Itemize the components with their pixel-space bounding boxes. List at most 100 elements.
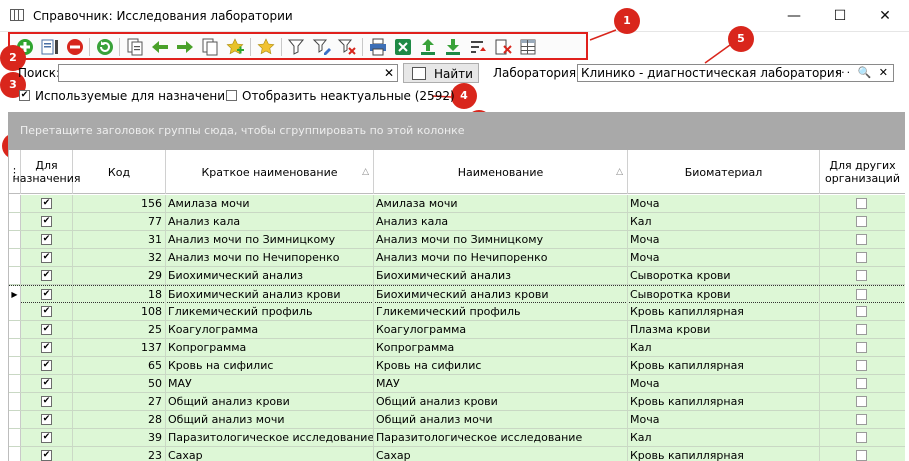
other-orgs-cell[interactable] <box>820 303 905 320</box>
assign-cell[interactable]: ✔ <box>21 375 73 392</box>
column-header-code[interactable]: Код <box>73 150 166 194</box>
other-orgs-checkbox[interactable] <box>856 324 867 335</box>
other-orgs-checkbox[interactable] <box>856 396 867 407</box>
copy-icon[interactable] <box>125 37 145 57</box>
assign-cell[interactable]: ✔ <box>21 411 73 428</box>
favorite-icon[interactable] <box>256 37 276 57</box>
clear-icon[interactable]: ✕ <box>384 65 394 81</box>
edit-icon[interactable] <box>40 37 60 57</box>
find-button[interactable]: Найти <box>403 63 479 83</box>
other-orgs-cell[interactable] <box>820 411 905 428</box>
other-orgs-cell[interactable] <box>820 249 905 266</box>
column-header-name[interactable]: Наименование △ <box>374 150 628 194</box>
assign-checkbox[interactable]: ✔ <box>41 306 52 317</box>
assign-cell[interactable]: ✔ <box>21 286 73 303</box>
assign-cell[interactable]: ✔ <box>21 267 73 284</box>
filter-icon[interactable] <box>287 37 307 57</box>
table-row[interactable]: ✔ 29 Биохимический анализ Биохимический ана… <box>9 267 905 285</box>
assign-checkbox[interactable]: ✔ <box>41 270 52 281</box>
assign-cell[interactable]: ✔ <box>21 249 73 266</box>
show-inactive-checkbox[interactable] <box>226 90 237 101</box>
table-row[interactable]: ✔ 25 Коагулограмма Коагулограмма Плазма кров… <box>9 321 905 339</box>
laboratory-select[interactable]: Клинико - диагностическая лаборатория ··… <box>577 64 894 82</box>
table-row[interactable]: ✔ 31 Анализ мочи по Зимницкому Анализ мочи … <box>9 231 905 249</box>
excel-icon[interactable] <box>393 37 413 57</box>
settings-table-icon[interactable] <box>518 37 538 57</box>
remove-column-icon[interactable] <box>493 37 513 57</box>
table-row[interactable]: ✔ 39 Паразитологическое исследование Парази… <box>9 429 905 447</box>
maximize-button[interactable]: ☐ <box>817 0 863 32</box>
column-header-other-orgs[interactable]: Для других организаций <box>820 150 905 194</box>
other-orgs-checkbox[interactable] <box>856 360 867 371</box>
other-orgs-checkbox[interactable] <box>856 432 867 443</box>
assign-checkbox[interactable]: ✔ <box>41 432 52 443</box>
print-icon[interactable] <box>368 37 388 57</box>
assign-checkbox[interactable]: ✔ <box>41 450 52 461</box>
used-for-assignment-checkbox[interactable]: ✔ <box>19 90 30 101</box>
table-row[interactable]: ✔ 50 МАУ МАУ Моча <box>9 375 905 393</box>
filter-clear-icon[interactable] <box>337 37 357 57</box>
assign-cell[interactable]: ✔ <box>21 393 73 410</box>
other-orgs-checkbox[interactable] <box>856 216 867 227</box>
other-orgs-cell[interactable] <box>820 321 905 338</box>
assign-cell[interactable]: ✔ <box>21 339 73 356</box>
column-header-assign[interactable]: Для назначения <box>13 150 80 194</box>
other-orgs-cell[interactable] <box>820 393 905 410</box>
assign-checkbox[interactable]: ✔ <box>41 289 52 300</box>
export-up-icon[interactable] <box>418 37 438 57</box>
other-orgs-cell[interactable] <box>820 429 905 446</box>
assign-cell[interactable]: ✔ <box>21 195 73 212</box>
other-orgs-checkbox[interactable] <box>856 450 867 461</box>
assign-cell[interactable]: ✔ <box>21 357 73 374</box>
table-row[interactable]: ✔ 27 Общий анализ крови Общий анализ крови К… <box>9 393 905 411</box>
assign-cell[interactable]: ✔ <box>21 429 73 446</box>
assign-checkbox[interactable]: ✔ <box>41 396 52 407</box>
other-orgs-cell[interactable] <box>820 375 905 392</box>
filter-edit-icon[interactable] <box>312 37 332 57</box>
column-header-biomaterial[interactable]: Биоматериал <box>628 150 820 194</box>
assign-checkbox[interactable]: ✔ <box>41 198 52 209</box>
assign-cell[interactable]: ✔ <box>21 303 73 320</box>
assign-checkbox[interactable]: ✔ <box>41 414 52 425</box>
export-down-icon[interactable] <box>443 37 463 57</box>
other-orgs-checkbox[interactable] <box>856 414 867 425</box>
other-orgs-cell[interactable] <box>820 213 905 230</box>
other-orgs-checkbox[interactable] <box>856 289 867 300</box>
minimize-button[interactable]: — <box>771 0 817 32</box>
other-orgs-cell[interactable] <box>820 195 905 212</box>
other-orgs-cell[interactable] <box>820 231 905 248</box>
column-header-short-name[interactable]: Краткое наименование △ <box>166 150 374 194</box>
refresh-icon[interactable] <box>95 37 115 57</box>
other-orgs-checkbox[interactable] <box>856 270 867 281</box>
close-button[interactable]: ✕ <box>862 0 908 32</box>
assign-checkbox[interactable]: ✔ <box>41 216 52 227</box>
table-row[interactable]: ▶ ✔ 18 Биохимический анализ крови Биохимичес… <box>9 285 905 303</box>
assign-checkbox[interactable]: ✔ <box>41 234 52 245</box>
other-orgs-checkbox[interactable] <box>856 252 867 263</box>
table-row[interactable]: ✔ 108 Гликемический профиль Гликемический п… <box>9 303 905 321</box>
other-orgs-checkbox[interactable] <box>856 198 867 209</box>
other-orgs-checkbox[interactable] <box>856 378 867 389</box>
other-orgs-cell[interactable] <box>820 447 905 461</box>
other-orgs-cell[interactable] <box>820 339 905 356</box>
assign-checkbox[interactable]: ✔ <box>41 324 52 335</box>
assign-cell[interactable]: ✔ <box>21 231 73 248</box>
delete-icon[interactable] <box>65 37 85 57</box>
other-orgs-cell[interactable] <box>820 286 905 303</box>
add-star-icon[interactable] <box>225 37 245 57</box>
search-input[interactable]: ✕ <box>58 64 398 82</box>
assign-checkbox[interactable]: ✔ <box>41 378 52 389</box>
assign-checkbox[interactable]: ✔ <box>41 360 52 371</box>
arrow-left-icon[interactable] <box>150 37 170 57</box>
table-row[interactable]: ✔ 156 Амилаза мочи Амилаза мочи Моча <box>9 195 905 213</box>
table-row[interactable]: ✔ 32 Анализ мочи по Нечипоренко Анализ мочи… <box>9 249 905 267</box>
sort-icon[interactable] <box>468 37 488 57</box>
laboratory-tools-icons[interactable]: ··· 🔍 ✕ <box>836 65 890 81</box>
table-row[interactable]: ✔ 137 Копрограмма Копрограмма Кал <box>9 339 905 357</box>
group-by-panel[interactable]: Перетащите заголовок группы сюда, чтобы … <box>8 112 905 150</box>
table-row[interactable]: ✔ 77 Анализ кала Анализ кала Кал <box>9 213 905 231</box>
assign-checkbox[interactable]: ✔ <box>41 342 52 353</box>
table-row[interactable]: ✔ 28 Общий анализ мочи Общий анализ мочи Моч… <box>9 411 905 429</box>
other-orgs-checkbox[interactable] <box>856 342 867 353</box>
other-orgs-cell[interactable] <box>820 357 905 374</box>
